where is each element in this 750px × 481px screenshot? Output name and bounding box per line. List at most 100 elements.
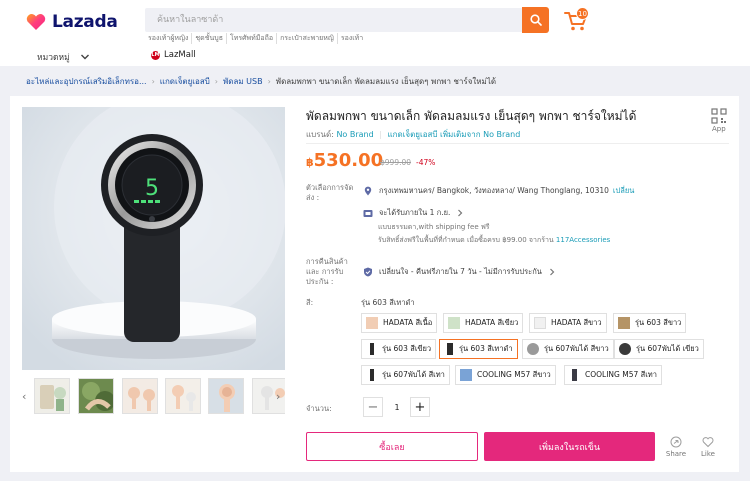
product-main-image[interactable]: 5 [22,107,285,370]
selected-variant-label: รุ่น 603 สีเทาดำ [361,298,415,307]
breadcrumb-separator: › [214,77,218,86]
brand-label: แบรนด์: [306,130,334,139]
variant-option[interactable]: HADATA สีเนื้อ [361,313,438,333]
variant-option[interactable]: HADATA สีเขียว [443,313,524,333]
heart-icon [702,437,714,448]
change-location-link[interactable]: เปลี่ยน [613,185,634,197]
variant-swatch [460,369,472,381]
variant-swatch [370,343,374,355]
chevron-down-icon [80,54,89,60]
variant-label: รุ่น 603 สีเทาดำ [459,344,513,353]
search-icon [529,14,542,26]
product-title: พัดลมพกพา ขนาดเล็ก พัดลมลมแรง เย็นสุดๆ พ… [306,109,637,123]
variant-label: HADATA สีขาว [551,318,602,327]
variant-swatch [447,343,453,355]
app-label: App [712,125,726,133]
variant-swatch [534,317,546,329]
variant-swatch [370,369,374,381]
color-label: สี: [306,298,314,307]
standard-shipping-fee: แบบธรรมดา,with shipping fee ฟรี [378,223,490,231]
breadcrumb-item[interactable]: แกดเจ็ตยูเอสบี [160,75,210,88]
delivery-estimate[interactable]: จะได้รับภายใน 1 ก.ย. [363,207,464,219]
category-menu[interactable]: หมวดหมู่ [37,50,90,64]
variant-option[interactable]: รุ่น 607พับได้ สีขาว [522,339,614,359]
breadcrumb-item[interactable]: อะไหล่และอุปกรณ์เสริมอิเล็กทรอ... [26,75,147,88]
product-price: ฿530.00 [306,150,383,171]
variant-option[interactable]: COOLING M57 สีขาว [455,365,556,385]
search-input[interactable] [145,8,523,32]
quick-links: รองเท้าผู้หญิง ชุดชั้นบูธ โทรศัพท์มือถือ… [145,33,366,44]
variant-label: COOLING M57 สีเทา [585,370,657,379]
product-photo: 5 [22,107,285,370]
currency-symbol: ฿ [306,156,314,169]
quantity-increase-button[interactable]: + [410,397,430,417]
share-icon [670,436,682,448]
search-box[interactable] [145,8,523,32]
add-to-cart-button[interactable]: เพิ่มลงในรถเข็น [484,432,655,461]
variant-swatch [448,317,460,329]
price-value: 530.00 [313,150,384,171]
delivery-truck-icon [363,210,373,217]
more-from-brand-link[interactable]: แกดเจ็ตยูเอสบี เพิ่มเติมจาก No Brand [387,130,520,139]
variant-swatch [572,369,577,381]
thumbnail-3[interactable] [122,378,158,414]
breadcrumb-current: พัดลมพกพา ขนาดเล็ก พัดลมลมแรง เย็นสุดๆ พ… [275,77,497,86]
thumbnail-next-arrow[interactable]: › [276,390,280,403]
brand-row: แบรนด์: No Brand | แกดเจ็ตยูเอสบี เพิ่มเ… [306,128,520,141]
quantity-input[interactable]: 1 [384,397,410,417]
qr-code-icon[interactable] [711,108,727,124]
variant-option[interactable]: รุ่น 607พับได้ สีเทา [361,365,450,385]
variant-option[interactable]: COOLING M57 สีเทา [564,365,662,385]
store-link[interactable]: 117Accessories [556,236,610,244]
variant-label: HADATA สีเนื้อ [383,318,433,327]
lazmall-label: LazMall [164,50,196,60]
discount-badge: -47% [416,158,436,167]
share-label: Share [665,450,687,458]
thumbnail-image [166,379,200,413]
return-policy[interactable]: เปลี่ยนใจ - คืนฟรีภายใน 7 วัน - ไม่มีการ… [363,266,556,278]
quick-link[interactable]: รองเท้าผู้หญิง [145,33,193,44]
quick-link[interactable]: ชุดชั้นบูธ [192,33,227,44]
thumbnail-image [79,379,113,413]
variant-swatch [366,317,378,329]
shield-check-icon [364,267,372,277]
variant-option[interactable]: รุ่น 603 สีขาว [613,313,687,333]
chevron-right-icon [458,209,463,217]
variant-option[interactable]: รุ่น 603 สีเขียว [361,339,437,359]
chevron-right-icon [549,268,555,276]
breadcrumb-separator: › [267,77,271,86]
free-shipping-text: รับสิทธิ์ส่งฟรีในพื้นที่ที่กำหนด เมื่อซื… [378,236,554,244]
thumbnail-5[interactable] [208,378,244,414]
thumbnail-2[interactable] [78,378,114,414]
location-pin-icon [364,186,372,196]
variant-option[interactable]: HADATA สีขาว [529,313,607,333]
variant-option[interactable]: รุ่น 607พับได้ เขียว [614,339,704,359]
search-button[interactable] [522,7,549,33]
share-button[interactable]: Share [665,436,687,458]
breadcrumb-item[interactable]: พัดลม USB [223,75,263,88]
brand-link[interactable]: No Brand [336,130,373,139]
like-button[interactable]: Like [697,436,719,458]
quantity-decrease-button[interactable]: − [363,397,383,417]
quick-link[interactable]: โทรศัพท์มือถือ [227,33,278,44]
lazmall-icon: LM [151,50,160,60]
variant-label: HADATA สีเขียว [465,318,519,327]
variant-label: รุ่น 603 สีเขียว [382,344,432,353]
lazada-logo[interactable]: Lazada [26,12,118,32]
quantity-label: จำนวน: [306,404,332,413]
quick-link[interactable]: กระเป๋าสะพายหญิ [277,33,338,44]
original-price: ฿999.00 [380,158,412,167]
shipping-options-label: ตัวเลือกการจัดส่ง : [306,183,354,202]
cart-count-badge: 10 [576,7,589,20]
thumbnail-4[interactable] [165,378,201,414]
lazada-heart-icon [26,14,46,30]
thumbnail-1[interactable] [34,378,70,414]
variant-swatch [619,343,631,355]
lazmall-link[interactable]: LM LazMall [151,50,196,60]
buy-now-button[interactable]: ซื้อเลย [306,432,478,461]
variant-option-selected[interactable]: รุ่น 603 สีเทาดำ [439,339,518,359]
return-policy-text: เปลี่ยนใจ - คืนฟรีภายใน 7 วัน - ไม่มีการ… [379,267,542,276]
shipping-location: กรุงเทพมหานคร/ Bangkok, วังทองหลาง/ Wang… [363,185,634,197]
variant-label: รุ่น 603 สีขาว [635,318,682,327]
quick-link[interactable]: รองเท้า [338,33,366,44]
